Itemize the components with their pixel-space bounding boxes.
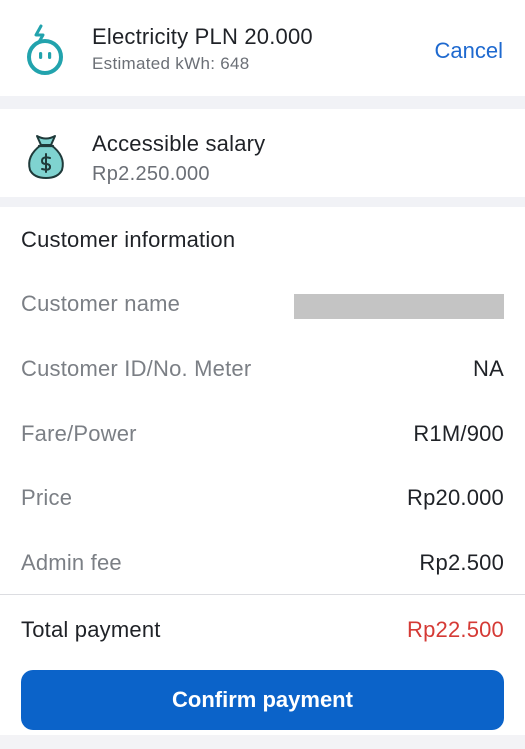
info-label: Customer ID/No. Meter	[21, 356, 252, 381]
info-label: Customer name	[21, 291, 181, 316]
info-value: Rp2.500	[419, 550, 504, 575]
info-value: NA	[473, 356, 504, 381]
info-row-customer-id: Customer ID/No. Meter NA	[21, 356, 504, 386]
total-separator	[0, 594, 525, 595]
section-divider	[0, 197, 525, 207]
cancel-button[interactable]: Cancel	[435, 38, 503, 64]
info-row-admin-fee: Admin fee Rp2.500	[21, 550, 504, 580]
total-payment-label: Total payment	[21, 617, 161, 642]
section-divider	[0, 96, 525, 109]
funding-title: Accessible salary	[92, 131, 266, 156]
bottom-strip	[0, 735, 525, 749]
confirm-payment-button[interactable]: Confirm payment	[21, 670, 504, 730]
funding-amount: Rp2.250.000	[92, 163, 210, 185]
money-bag-icon	[24, 132, 68, 185]
info-label: Price	[21, 485, 73, 510]
info-value: R1M/900	[413, 421, 504, 446]
total-payment-value: Rp22.500	[406, 617, 504, 642]
info-row-customer-name: Customer name	[21, 291, 504, 321]
product-card: Electricity PLN 20.000 Estimated kWh: 64…	[0, 0, 525, 96]
info-label: Admin fee	[21, 550, 122, 575]
info-row-price: Price Rp20.000	[21, 485, 504, 515]
electricity-icon	[22, 24, 68, 81]
redacted-value	[294, 294, 504, 319]
product-subtitle: Estimated kWh: 648	[92, 54, 250, 73]
info-value: Rp20.000	[406, 485, 504, 510]
info-label: Fare/Power	[21, 421, 137, 446]
info-row-fare-power: Fare/Power R1M/900	[21, 421, 504, 451]
customer-info-heading: Customer information	[21, 227, 236, 252]
product-title: Electricity PLN 20.000	[92, 24, 313, 49]
funding-source-card: Accessible salary Rp2.250.000	[0, 109, 525, 197]
